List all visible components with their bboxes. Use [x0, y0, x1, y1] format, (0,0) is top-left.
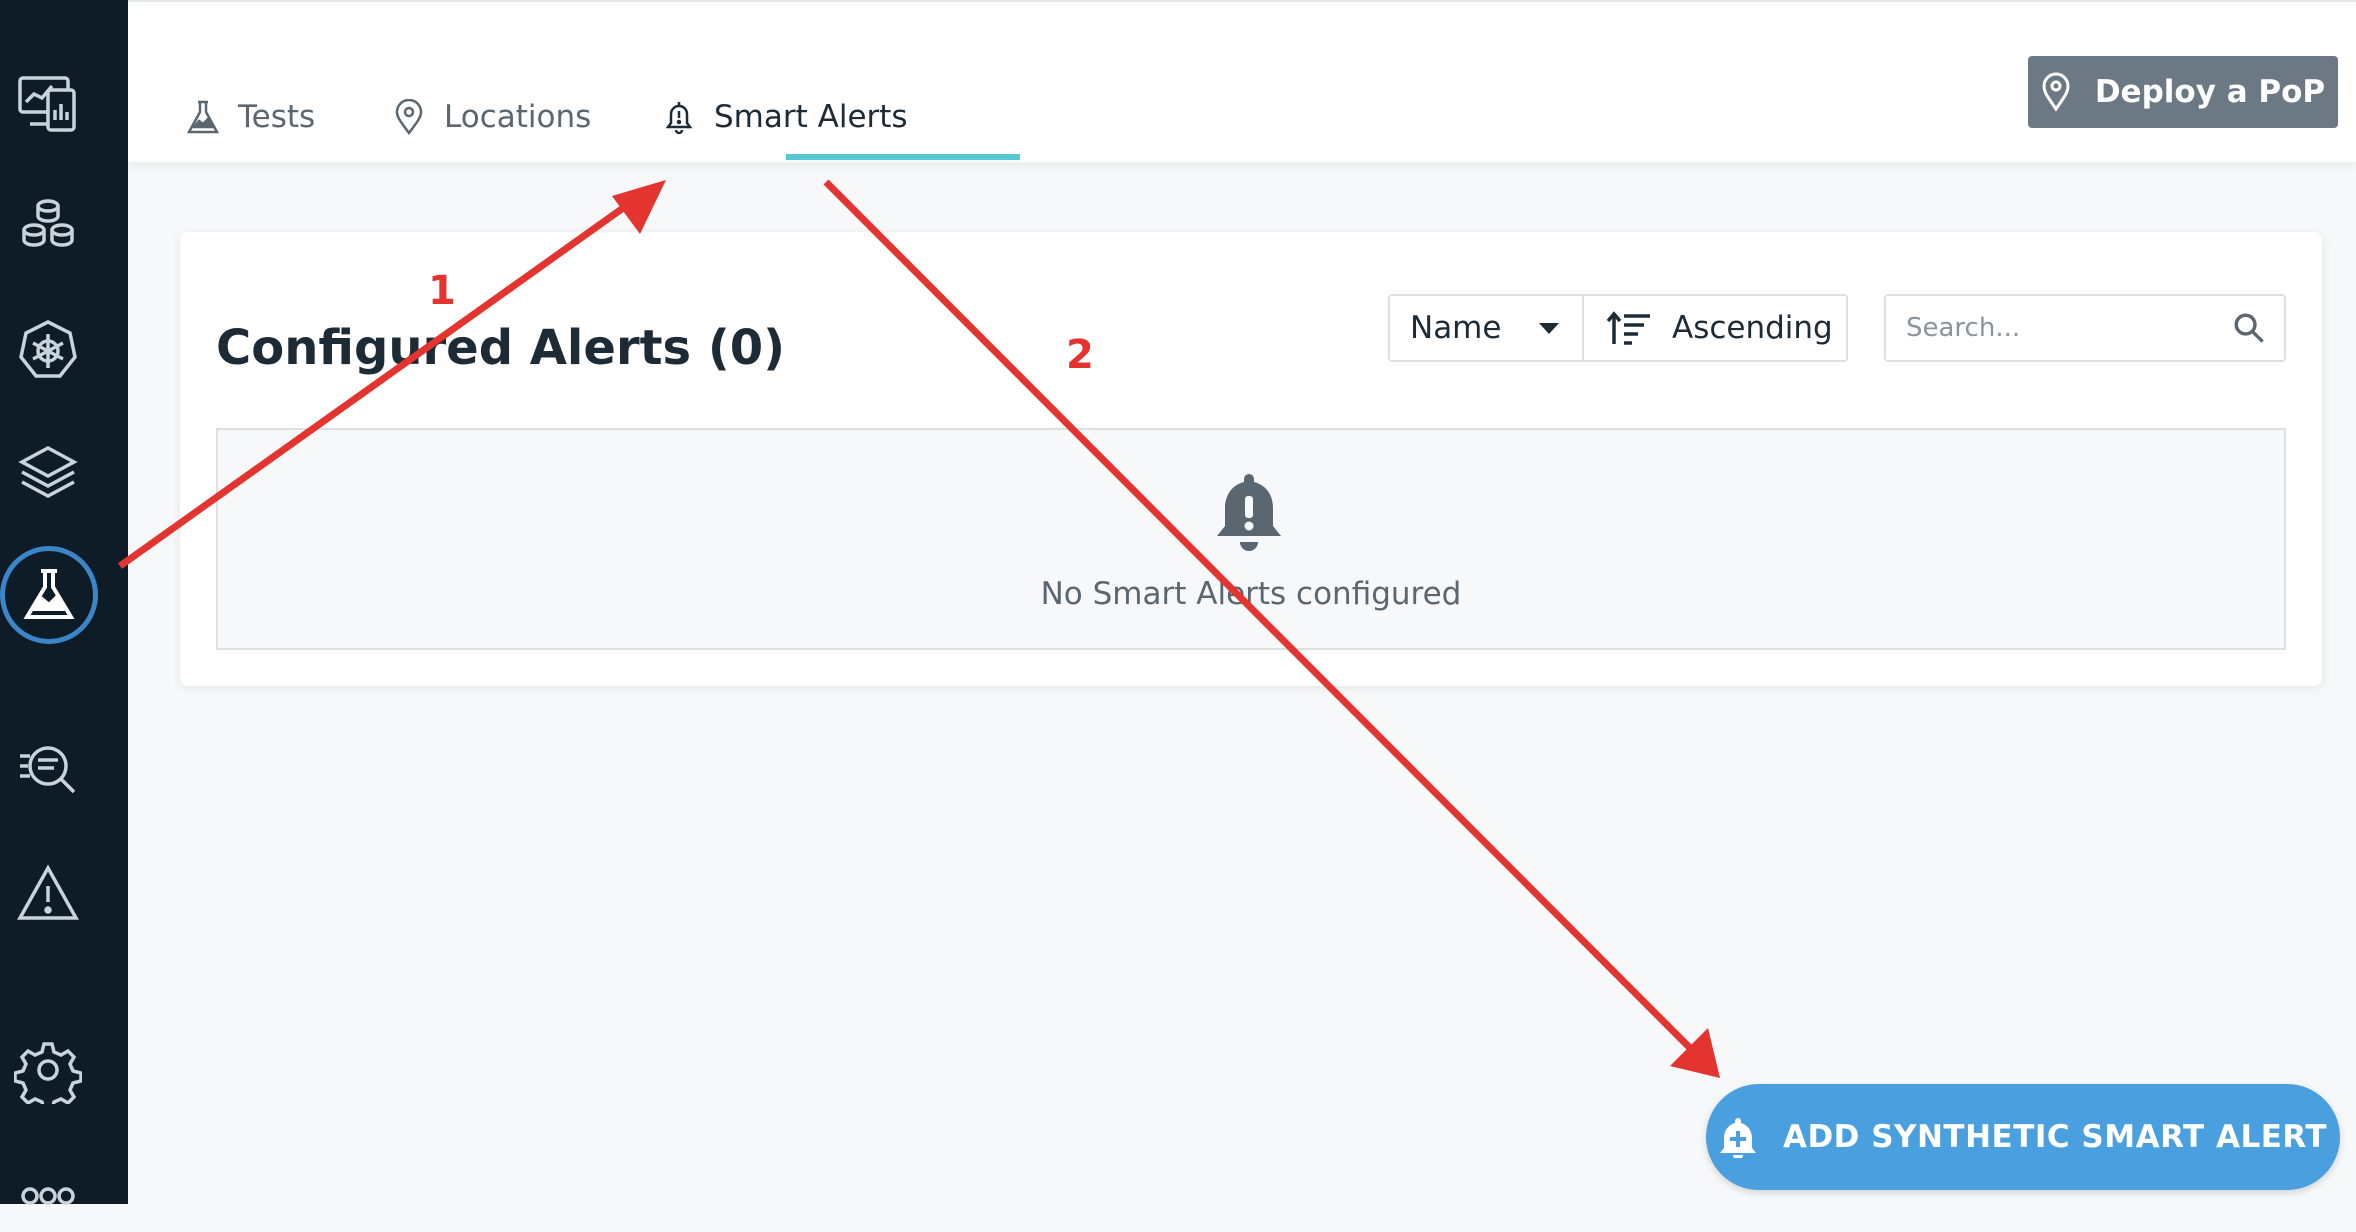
tab-label: Tests — [238, 99, 316, 135]
fab-label: ADD SYNTHETIC SMART ALERT — [1782, 1119, 2328, 1155]
configured-alerts-card: Configured Alerts (0) Name Ascending Sea… — [180, 232, 2322, 686]
sort-ascending-icon — [1606, 311, 1650, 345]
location-pin-icon — [2042, 72, 2070, 112]
tab-smart-alerts[interactable]: Smart Alerts — [662, 90, 908, 144]
settings-gear-icon[interactable] — [12, 1034, 84, 1106]
sort-field-label: Name — [1410, 310, 1502, 346]
sort-direction-toggle[interactable]: Ascending — [1584, 296, 1846, 360]
bell-alert-icon — [665, 102, 693, 135]
deploy-button-label: Deploy a PoP — [2094, 74, 2326, 110]
search-icon[interactable] — [2232, 308, 2266, 348]
search-field[interactable] — [1884, 294, 2286, 362]
more-icon[interactable] — [12, 1160, 84, 1232]
bell-add-icon — [1719, 1118, 1756, 1158]
tab-locations[interactable]: Locations — [392, 90, 591, 144]
synthetic-flask-icon[interactable] — [0, 546, 98, 644]
tab-tests[interactable]: Tests — [186, 90, 315, 144]
tab-label: Locations — [444, 99, 592, 135]
sort-field-dropdown[interactable]: Name — [1390, 296, 1584, 360]
annotation-label-1: 1 — [428, 268, 456, 314]
deploy-pop-button[interactable]: Deploy a PoP — [2028, 56, 2338, 128]
stack-layers-icon[interactable] — [12, 438, 84, 510]
sidebar-nav — [0, 0, 128, 1205]
caret-down-icon — [1539, 323, 1559, 334]
sort-controls: Name Ascending — [1388, 294, 1848, 362]
top-nav-bar: Tests Locations Smart Alerts Deploy a Po… — [128, 0, 2356, 162]
location-pin-icon — [395, 99, 423, 135]
annotation-label-2: 2 — [1066, 332, 1094, 378]
infrastructure-cluster-icon[interactable] — [12, 188, 84, 260]
empty-message: No Smart Alerts configured — [1040, 576, 1462, 612]
sort-direction-label: Ascending — [1672, 310, 1833, 346]
add-synthetic-smart-alert-button[interactable]: ADD SYNTHETIC SMART ALERT — [1706, 1084, 2340, 1190]
tab-label: Smart Alerts — [714, 99, 908, 135]
bell-alert-icon — [1217, 474, 1281, 551]
empty-state: No Smart Alerts configured — [216, 428, 2286, 650]
kubernetes-icon[interactable] — [12, 314, 84, 386]
analyze-search-icon[interactable] — [12, 734, 84, 806]
page-title: Configured Alerts (0) — [216, 320, 786, 376]
dashboard-monitor-icon[interactable] — [12, 66, 84, 138]
active-tab-indicator — [786, 154, 1020, 160]
flask-icon — [186, 100, 220, 134]
search-input[interactable] — [1904, 312, 2232, 344]
events-warning-icon[interactable] — [12, 858, 84, 930]
